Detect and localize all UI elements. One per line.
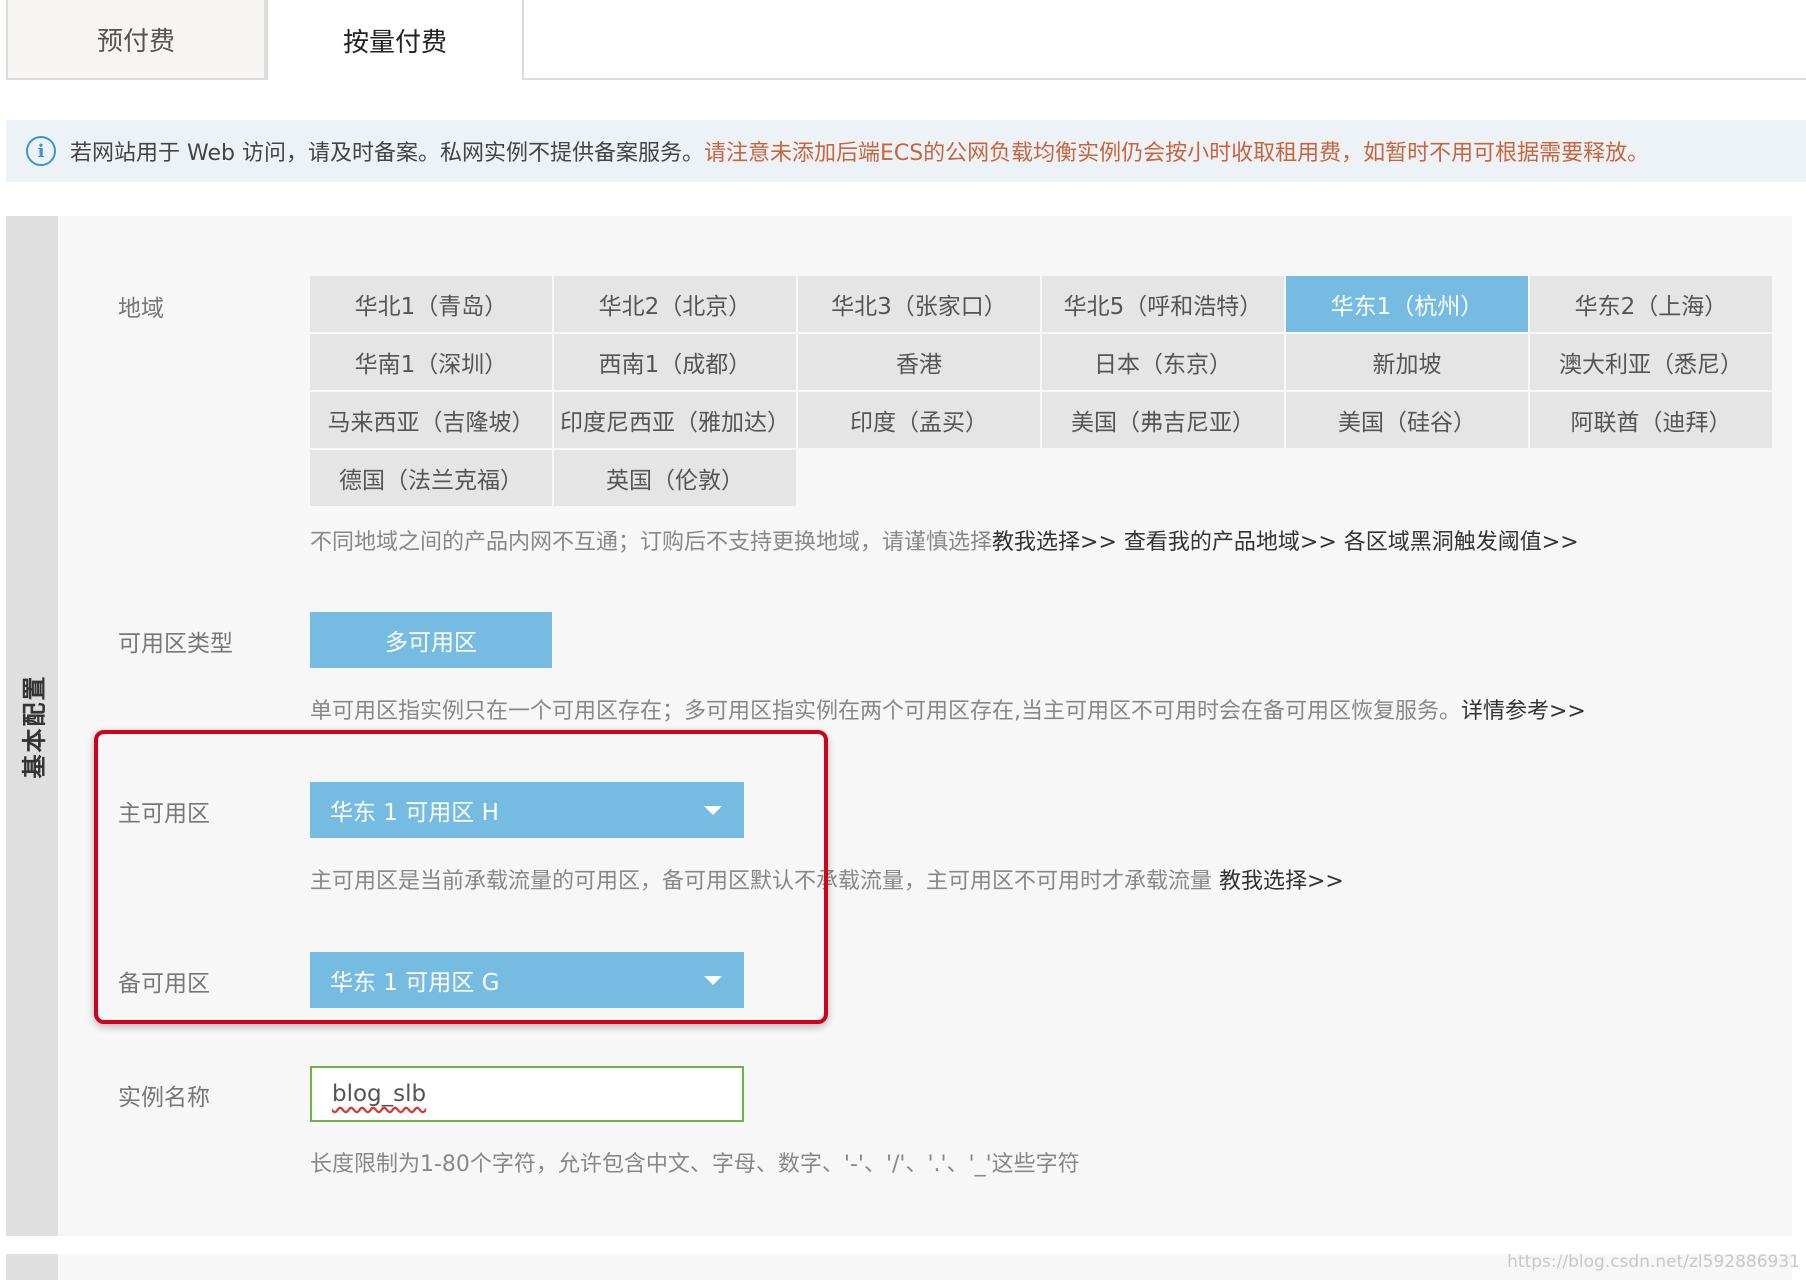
region-option[interactable]: 华北2（北京） <box>554 276 796 332</box>
region-option[interactable]: 华东2（上海） <box>1530 276 1772 332</box>
highlight-box <box>94 730 828 1024</box>
region-option[interactable]: 阿联酋（迪拜） <box>1530 392 1772 448</box>
region-option[interactable]: 华北5（呼和浩特） <box>1042 276 1284 332</box>
region-option[interactable]: 马来西亚（吉隆坡） <box>310 392 552 448</box>
region-option[interactable]: 英国（伦敦） <box>554 450 796 506</box>
sidebar-label: 基本配置 <box>20 674 49 778</box>
billing-tabs: 预付费 按量付费 <box>0 0 1806 80</box>
zone-type-link-details[interactable]: 详情参考>> <box>1461 699 1586 724</box>
notice-banner: i 若网站用于 Web 访问，请及时备案。私网实例不提供备案服务。 请注意未添加… <box>6 120 1806 182</box>
watermark: https://blog.csdn.net/zl592886931 <box>1507 1252 1800 1272</box>
sidebar-label-wrap: 基本配置 <box>6 216 58 1236</box>
zone-type-multi-button[interactable]: 多可用区 <box>310 612 552 668</box>
zone-type-hint: 单可用区指实例只在一个可用区存在；多可用区指实例在两个可用区存在,当主可用区不可… <box>310 693 1586 725</box>
tab-prepaid[interactable]: 预付费 <box>6 0 266 80</box>
info-icon: i <box>26 136 56 166</box>
region-option[interactable]: 德国（法兰克福） <box>310 450 552 506</box>
instance-name-label: 实例名称 <box>118 1085 210 1111</box>
region-label: 地域 <box>118 296 164 322</box>
region-option[interactable]: 美国（弗吉尼亚） <box>1042 392 1284 448</box>
tab-prepaid-label: 预付费 <box>96 26 175 57</box>
region-option[interactable]: 印度（孟买） <box>798 392 1040 448</box>
region-link-my-regions[interactable]: 查看我的产品地域>> <box>1124 530 1337 555</box>
instance-name-value: blog_slb <box>332 1081 427 1107</box>
region-option[interactable]: 印度尼西亚（雅加达） <box>554 392 796 448</box>
region-hint-text: 不同地域之间的产品内网不互通；订购后不支持更换地域，请谨慎选择 <box>310 530 993 555</box>
region-link-help[interactable]: 教我选择>> <box>992 530 1117 555</box>
region-hint: 不同地域之间的产品内网不互通；订购后不支持更换地域，请谨慎选择教我选择>> 查看… <box>310 524 1579 556</box>
region-option[interactable]: 华东1（杭州） <box>1286 276 1528 332</box>
region-option[interactable]: 华北1（青岛） <box>310 276 552 332</box>
instance-name-input[interactable]: blog_slb <box>310 1066 744 1122</box>
region-option[interactable]: 澳大利亚（悉尼） <box>1530 334 1772 390</box>
instance-name-hint: 长度限制为1-80个字符，允许包含中文、字母、数字、'-'、'/'、'.'、'_… <box>310 1152 1080 1177</box>
notice-text: 若网站用于 Web 访问，请及时备案。私网实例不提供备案服务。 <box>70 141 704 166</box>
zone-type-hint-text: 单可用区指实例只在一个可用区存在；多可用区指实例在两个可用区存在,当主可用区不可… <box>310 699 1461 724</box>
tab-divider <box>522 78 1806 80</box>
notice-warning-text: 请注意未添加后端ECS的公网负载均衡实例仍会按小时收取租用费，如暂时不用可根据需… <box>703 141 1650 166</box>
next-panel-sidebar <box>6 1254 58 1280</box>
zone-type-value: 多可用区 <box>385 630 477 656</box>
region-option[interactable]: 香港 <box>798 334 1040 390</box>
region-option[interactable]: 华北3（张家口） <box>798 276 1040 332</box>
region-link-blackhole[interactable]: 各区域黑洞触发阈值>> <box>1344 530 1579 555</box>
region-option[interactable]: 美国（硅谷） <box>1286 392 1528 448</box>
region-option[interactable]: 新加坡 <box>1286 334 1528 390</box>
region-option[interactable]: 日本（东京） <box>1042 334 1284 390</box>
region-option[interactable]: 西南1（成都） <box>554 334 796 390</box>
zone-type-label: 可用区类型 <box>118 631 233 657</box>
primary-zone-link-help[interactable]: 教我选择>> <box>1219 869 1344 894</box>
tab-pay-as-you-go-label: 按量付费 <box>342 27 447 58</box>
tab-pay-as-you-go[interactable]: 按量付费 <box>266 0 524 80</box>
region-option[interactable]: 华南1（深圳） <box>310 334 552 390</box>
